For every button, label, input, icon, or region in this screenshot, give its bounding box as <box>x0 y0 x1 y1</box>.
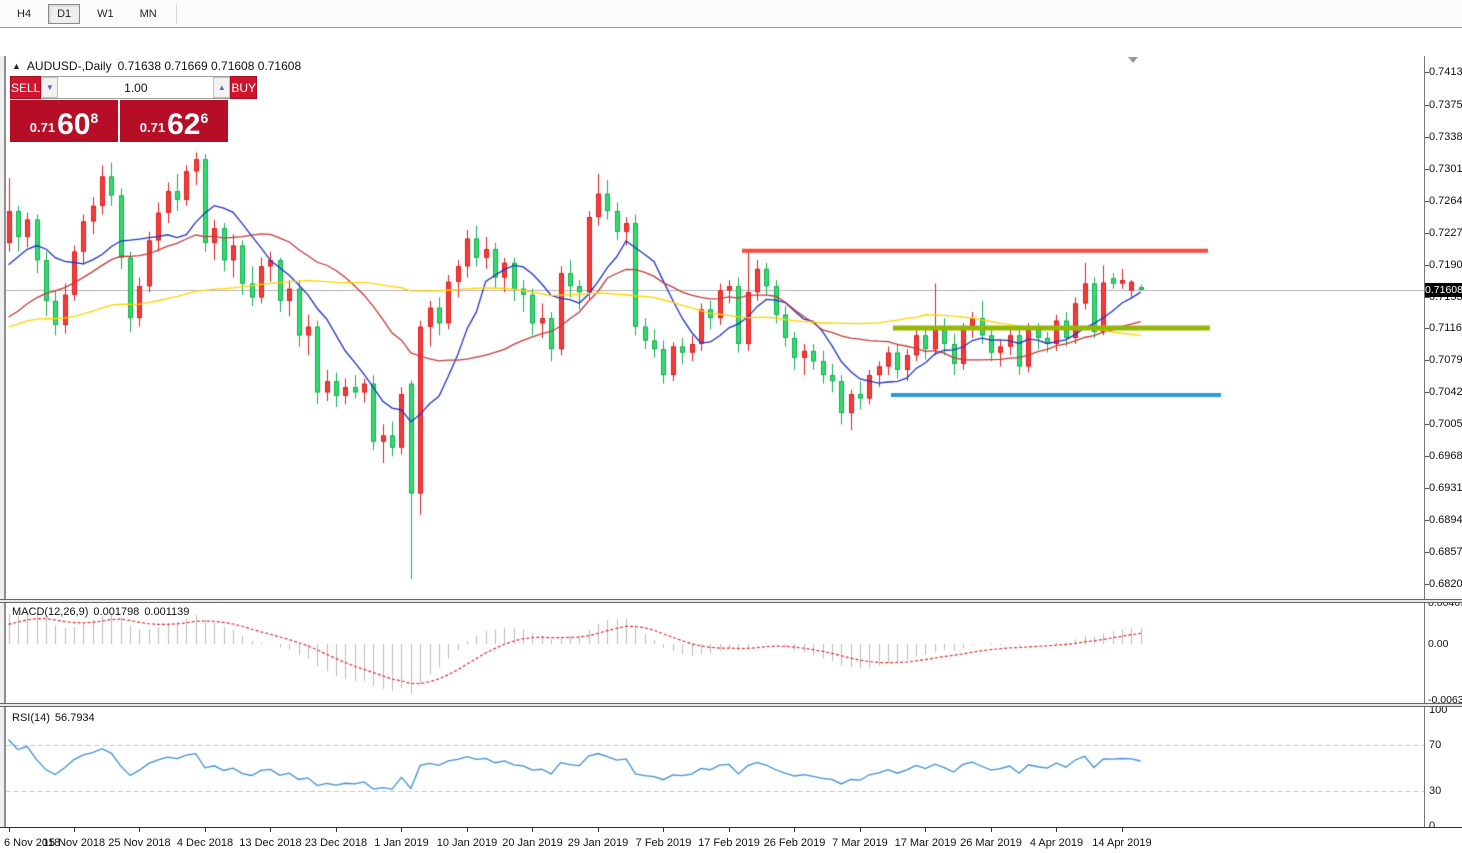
date-tick-label: 23 Dec 2018 <box>305 837 367 849</box>
date-tick-mark <box>336 828 337 832</box>
date-tick-mark <box>598 828 599 832</box>
date-tick-mark <box>532 828 533 832</box>
macd-name: MACD(12,26,9) <box>12 606 88 618</box>
price-tick-label: 0.69310 <box>1429 482 1462 494</box>
rsi-value: 56.7934 <box>55 712 95 724</box>
chart-window: ▲ AUDUSD-,Daily 0.71638 0.71669 0.71608 … <box>0 28 1462 828</box>
buy-price-panel[interactable]: 0.71 62 6 <box>120 100 228 142</box>
date-tick-label: 1 Jan 2019 <box>374 837 428 849</box>
collapse-panel-icon[interactable]: ▲ <box>12 61 21 71</box>
sell-price-panel[interactable]: 0.71 60 8 <box>10 100 118 142</box>
date-tick-label: 13 Dec 2018 <box>239 837 301 849</box>
timeframe-button-w1[interactable]: W1 <box>88 4 123 24</box>
sell-price-pip: 8 <box>90 110 98 126</box>
date-tick-label: 26 Feb 2019 <box>764 837 826 849</box>
price-tick-label: 0.70050 <box>1429 418 1462 430</box>
chart-shift-marker-icon[interactable] <box>1128 57 1138 63</box>
price-tick-label: 0.73010 <box>1429 163 1462 175</box>
rsi-name: RSI(14) <box>12 712 50 724</box>
price-tick-label: 0.73750 <box>1429 99 1462 111</box>
date-tick-mark <box>729 828 730 832</box>
rsi-axis-label: 70 <box>1429 739 1441 751</box>
sell-price-prefix: 0.71 <box>30 120 55 135</box>
timeframe-button-h4[interactable]: H4 <box>8 4 40 24</box>
date-tick-label: 4 Apr 2019 <box>1030 837 1083 849</box>
timeframe-button-d1[interactable]: D1 <box>48 4 80 24</box>
price-tick-label: 0.69680 <box>1429 450 1462 462</box>
date-tick-label: 17 Mar 2019 <box>895 837 957 849</box>
date-tick-label: 20 Jan 2019 <box>502 837 563 849</box>
date-tick-mark <box>205 828 206 832</box>
timeframe-button-mn[interactable]: MN <box>131 4 166 24</box>
price-tick-label: 0.72270 <box>1429 227 1462 239</box>
rsi-label: RSI(14) 56.7934 <box>12 712 95 724</box>
buy-price-big: 62 <box>167 112 200 138</box>
macd-main-value: 0.001798 <box>93 606 139 618</box>
date-tick-label: 29 Jan 2019 <box>568 837 629 849</box>
trading-app-window: H4 D1 W1 MN ▲ AUDUSD-,Daily 0.71638 0.71669… <box>0 0 1462 853</box>
rsi-axis-label: 30 <box>1429 785 1441 797</box>
macd-signal-value: 0.001139 <box>144 606 189 618</box>
price-tick-label: 0.73380 <box>1429 131 1462 143</box>
timeframe-toolbar: H4 D1 W1 MN <box>0 0 1462 28</box>
chart-symbol-label: AUDUSD-,Daily <box>27 59 112 73</box>
date-tick-mark <box>925 828 926 832</box>
date-tick-mark <box>1122 828 1123 832</box>
date-tick-mark <box>1056 828 1057 832</box>
buy-price-pip: 6 <box>200 110 208 126</box>
date-tick-mark <box>991 828 992 832</box>
volume-spinner: ▼ ▲ <box>41 76 230 99</box>
chart-title: ▲ AUDUSD-,Daily 0.71638 0.71669 0.71608 … <box>12 59 301 73</box>
date-axis[interactable]: 6 Nov 201815 Nov 201825 Nov 20184 Dec 20… <box>0 827 1462 853</box>
date-tick-mark <box>860 828 861 832</box>
macd-pane-divider[interactable] <box>0 599 1462 603</box>
one-click-trade-panel: SELL ▼ ▲ BUY 0.71 60 8 0.71 62 6 <box>10 76 228 142</box>
date-tick-mark <box>9 828 10 832</box>
date-tick-mark <box>401 828 402 832</box>
date-tick-label: 26 Mar 2019 <box>960 837 1022 849</box>
price-tick-label: 0.71900 <box>1429 259 1462 271</box>
chart-ohlc-values: 0.71638 0.71669 0.71608 0.71608 <box>118 59 302 73</box>
price-tick-label: 0.68200 <box>1429 578 1462 590</box>
date-tick-label: 10 Jan 2019 <box>437 837 498 849</box>
sell-button[interactable]: SELL <box>10 76 41 99</box>
date-tick-mark <box>794 828 795 832</box>
date-tick-mark <box>467 828 468 832</box>
date-tick-label: 7 Mar 2019 <box>832 837 888 849</box>
rsi-pane-divider[interactable] <box>0 703 1462 707</box>
volume-increase-icon[interactable]: ▲ <box>213 77 230 98</box>
price-tick-label: 0.70790 <box>1429 354 1462 366</box>
current-price-badge: 0.71608 <box>1425 283 1462 297</box>
date-tick-mark <box>663 828 664 832</box>
date-tick-label: 15 Nov 2018 <box>43 837 105 849</box>
price-tick-label: 0.72640 <box>1429 195 1462 207</box>
buy-price-prefix: 0.71 <box>140 120 165 135</box>
price-tick-label: 0.68570 <box>1429 546 1462 558</box>
date-tick-mark <box>270 828 271 832</box>
volume-input[interactable] <box>58 77 213 98</box>
price-tick-label: 0.74130 <box>1429 66 1462 78</box>
date-tick-label: 17 Feb 2019 <box>698 837 760 849</box>
toolbar-separator <box>176 4 177 24</box>
price-tick-label: 0.71160 <box>1429 322 1462 334</box>
macd-axis-label: 0.00 <box>1428 638 1448 650</box>
date-tick-label: 4 Dec 2018 <box>177 837 233 849</box>
date-tick-label: 14 Apr 2019 <box>1092 837 1151 849</box>
sell-price-big: 60 <box>57 112 90 138</box>
date-tick-mark <box>74 828 75 832</box>
date-tick-label: 7 Feb 2019 <box>636 837 692 849</box>
price-tick-label: 0.70420 <box>1429 386 1462 398</box>
macd-label: MACD(12,26,9) 0.001798 0.001139 <box>12 606 189 618</box>
volume-decrease-icon[interactable]: ▼ <box>41 77 58 98</box>
date-tick-label: 25 Nov 2018 <box>108 837 170 849</box>
price-tick-label: 0.68940 <box>1429 514 1462 526</box>
buy-button[interactable]: BUY <box>230 76 257 99</box>
price-chart-canvas[interactable] <box>6 56 1424 827</box>
date-tick-mark <box>139 828 140 832</box>
price-axis[interactable]: 0.74130 0.73750 0.73380 0.73010 0.72640 0.722… <box>1424 56 1462 827</box>
